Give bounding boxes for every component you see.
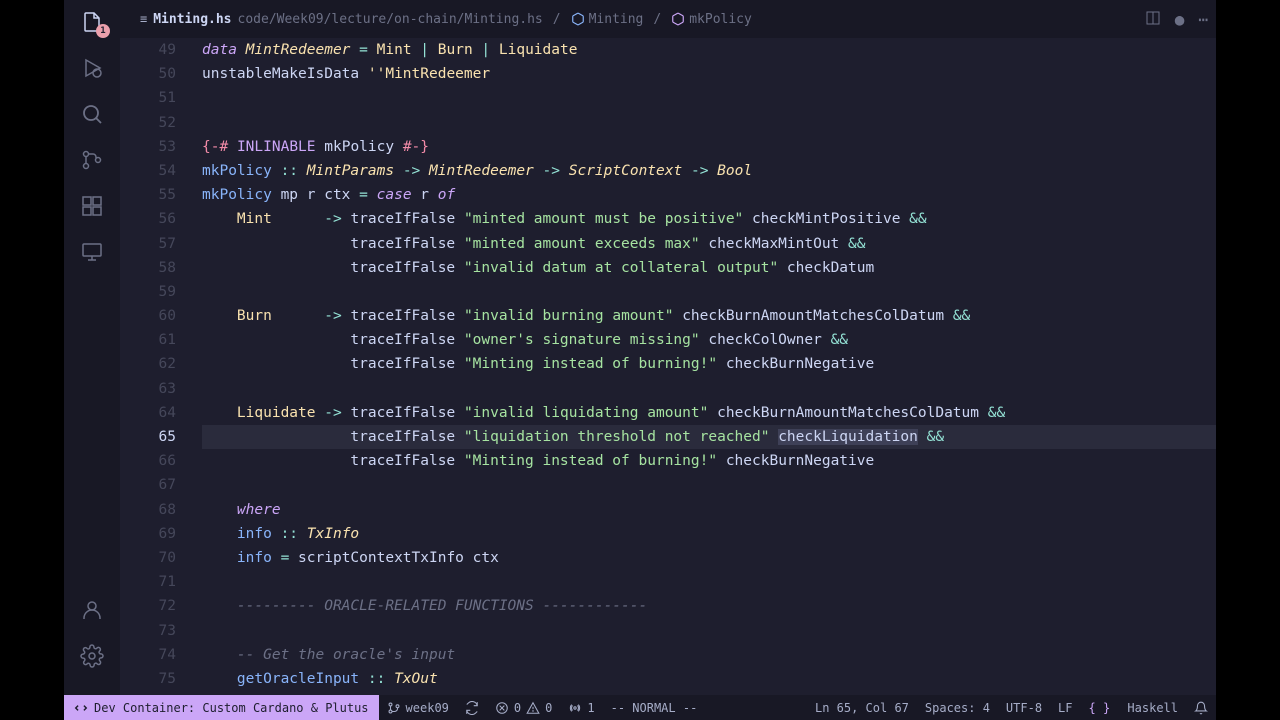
remote-explorer-icon[interactable]: [78, 238, 106, 266]
code-line[interactable]: traceIfFalse "invalid datum at collatera…: [202, 256, 1216, 280]
breadcrumb-module[interactable]: Minting: [571, 12, 644, 27]
line-gutter: 4950515253545556575859606162636465666768…: [120, 38, 202, 695]
explorer-badge: 1: [96, 24, 110, 38]
status-bar: Dev Container: Custom Cardano & Plutus w…: [64, 695, 1216, 720]
code-line[interactable]: unstableMakeIsData ''MintRedeemer: [202, 62, 1216, 86]
git-branch[interactable]: week09: [379, 695, 457, 720]
code-line[interactable]: info :: TxInfo: [202, 522, 1216, 546]
tab-filename: Minting.hs: [153, 12, 231, 27]
language-mode[interactable]: { } Haskell: [1081, 701, 1187, 715]
code-line[interactable]: Mint -> traceIfFalse "minted amount must…: [202, 207, 1216, 231]
code-line[interactable]: [202, 377, 1216, 401]
code-line[interactable]: traceIfFalse "Minting instead of burning…: [202, 449, 1216, 473]
code-line[interactable]: [202, 619, 1216, 643]
extensions-icon[interactable]: [78, 192, 106, 220]
eol[interactable]: LF: [1050, 701, 1080, 715]
code-line[interactable]: [202, 86, 1216, 110]
ports-indicator[interactable]: 1: [560, 695, 602, 720]
code-line[interactable]: mkPolicy mp r ctx = case r of: [202, 183, 1216, 207]
explorer-icon[interactable]: 1: [78, 8, 106, 36]
more-actions-icon[interactable]: ⋯: [1198, 10, 1208, 29]
code-line[interactable]: traceIfFalse "liquidation threshold not …: [202, 425, 1216, 449]
source-control-icon[interactable]: [78, 146, 106, 174]
code-line[interactable]: where: [202, 498, 1216, 522]
code-line[interactable]: [202, 473, 1216, 497]
tab-bar: ≡ Minting.hs code/Week09/lecture/on-chai…: [120, 0, 1216, 38]
cursor-position[interactable]: Ln 65, Col 67: [807, 701, 917, 715]
tab-minting[interactable]: ≡ Minting.hs code/Week09/lecture/on-chai…: [128, 0, 764, 38]
code-line[interactable]: {-# INLINABLE mkPolicy #-}: [202, 135, 1216, 159]
code-line[interactable]: getOracleInput :: TxOut: [202, 667, 1216, 691]
problems-indicator[interactable]: 0 0: [487, 695, 560, 720]
sync-icon[interactable]: [457, 695, 487, 720]
code-line[interactable]: mkPolicy :: MintParams -> MintRedeemer -…: [202, 159, 1216, 183]
indentation[interactable]: Spaces: 4: [917, 701, 998, 715]
code-line[interactable]: traceIfFalse "Minting instead of burning…: [202, 352, 1216, 376]
run-debug-icon[interactable]: [78, 54, 106, 82]
code-content[interactable]: data MintRedeemer = Mint | Burn | Liquid…: [202, 38, 1216, 695]
code-line[interactable]: -- Get the oracle's input: [202, 643, 1216, 667]
settings-icon[interactable]: [78, 642, 106, 670]
haskell-file-icon: ≡: [140, 12, 147, 26]
code-line[interactable]: info = scriptContextTxInfo ctx: [202, 546, 1216, 570]
code-line[interactable]: Liquidate -> traceIfFalse "invalid liqui…: [202, 401, 1216, 425]
code-line[interactable]: data MintRedeemer = Mint | Burn | Liquid…: [202, 38, 1216, 62]
editor[interactable]: 4950515253545556575859606162636465666768…: [120, 38, 1216, 695]
breadcrumb-function[interactable]: mkPolicy: [671, 12, 752, 27]
tab-path: code/Week09/lecture/on-chain/Minting.hs: [238, 12, 543, 27]
remote-indicator[interactable]: Dev Container: Custom Cardano & Plutus: [64, 695, 379, 720]
activity-bar: 1: [64, 0, 120, 695]
code-line[interactable]: [202, 111, 1216, 135]
vim-mode: -- NORMAL --: [603, 695, 706, 720]
split-editor-icon[interactable]: [1145, 10, 1161, 29]
code-line[interactable]: traceIfFalse "minted amount exceeds max"…: [202, 232, 1216, 256]
code-line[interactable]: Burn -> traceIfFalse "invalid burning am…: [202, 304, 1216, 328]
encoding[interactable]: UTF-8: [998, 701, 1050, 715]
code-line[interactable]: traceIfFalse "owner's signature missing"…: [202, 328, 1216, 352]
notifications-icon[interactable]: [1186, 701, 1216, 715]
code-line[interactable]: --------- ORACLE-RELATED FUNCTIONS -----…: [202, 594, 1216, 618]
tab-modified-icon: ●: [1175, 10, 1185, 29]
account-icon[interactable]: [78, 596, 106, 624]
code-line[interactable]: [202, 280, 1216, 304]
code-line[interactable]: [202, 570, 1216, 594]
search-icon[interactable]: [78, 100, 106, 128]
